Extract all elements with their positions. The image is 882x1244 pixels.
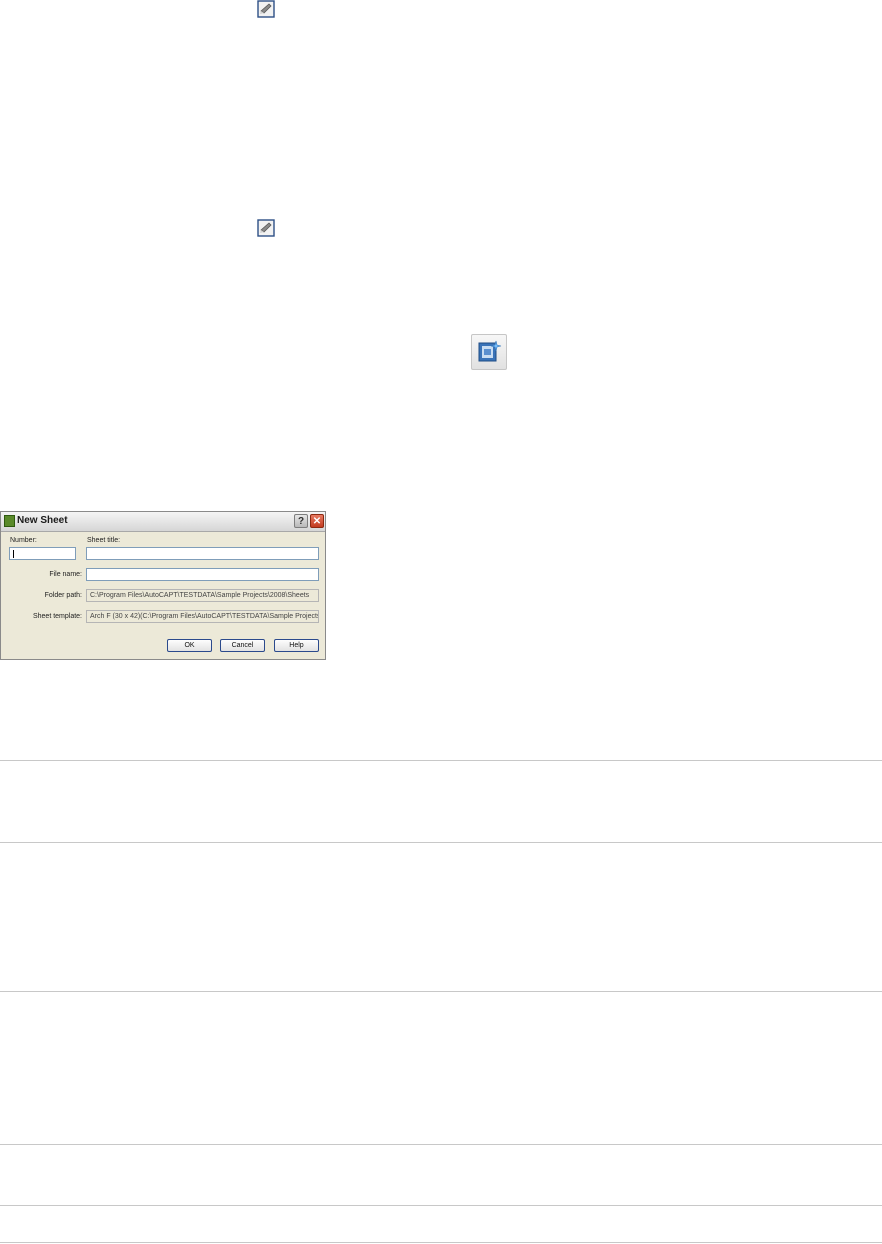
file-name-field[interactable] xyxy=(86,568,319,581)
sheet-title-field[interactable] xyxy=(86,547,319,560)
file-name-label: File name: xyxy=(49,571,82,578)
text-caret xyxy=(13,550,14,558)
app-icon xyxy=(4,515,15,527)
dialog-title-bar[interactable]: New Sheet ? ✕ xyxy=(1,512,325,532)
new-sheet-dialog: New Sheet ? ✕ Number: Sheet title: File … xyxy=(0,511,326,660)
ok-button[interactable]: OK xyxy=(167,639,212,652)
number-field[interactable] xyxy=(9,547,76,560)
table-row-divider xyxy=(0,842,882,843)
close-button[interactable]: ✕ xyxy=(310,514,324,528)
table-row-divider xyxy=(0,1144,882,1145)
folder-path-field: C:\Program Files\AutoCAPT\TESTDATA\Sampl… xyxy=(86,589,319,602)
table-row-divider xyxy=(0,991,882,992)
table-row-divider xyxy=(0,760,882,761)
sheet-template-field[interactable]: Arch F (30 x 42)(C:\Program Files\AutoCA… xyxy=(86,610,319,623)
dialog-title: New Sheet xyxy=(17,515,68,526)
pencil-in-box-icon xyxy=(257,219,275,237)
number-label: Number: xyxy=(10,537,37,544)
cancel-button[interactable]: Cancel xyxy=(220,639,265,652)
help-title-button[interactable]: ? xyxy=(294,514,308,528)
table-row-divider xyxy=(0,1205,882,1206)
new-sheet-icon xyxy=(471,334,507,370)
table-row-divider xyxy=(0,1242,882,1243)
sheet-template-label: Sheet template: xyxy=(32,613,82,620)
pencil-in-box-icon xyxy=(257,0,275,18)
folder-path-label: Folder path: xyxy=(44,592,82,599)
sheet-title-label: Sheet title: xyxy=(87,537,121,544)
help-button[interactable]: Help xyxy=(274,639,319,652)
